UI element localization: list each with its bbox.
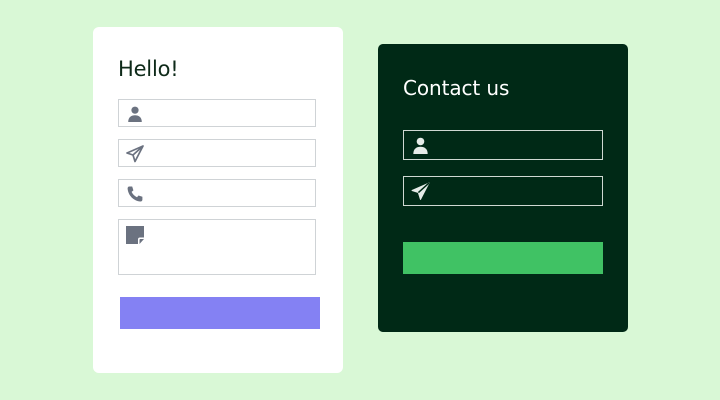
paper-plane-icon [411, 182, 430, 201]
phone-icon [126, 185, 144, 203]
note-icon [125, 225, 144, 244]
paper-plane-icon [126, 145, 144, 163]
hello-form-title: Hello! [118, 57, 179, 81]
phone-input[interactable] [118, 179, 316, 207]
user-icon [126, 105, 144, 123]
email-input[interactable] [118, 139, 316, 167]
contact-form-title: Contact us [403, 76, 510, 100]
contact-name-input[interactable] [403, 130, 603, 160]
hello-form-card: Hello! [93, 27, 343, 373]
contact-email-input[interactable] [403, 176, 603, 206]
user-icon [411, 136, 430, 155]
hello-submit-button[interactable] [120, 297, 320, 329]
contact-submit-button[interactable] [403, 242, 603, 274]
contact-form-card: Contact us [378, 44, 628, 332]
message-input[interactable] [118, 219, 316, 275]
name-input[interactable] [118, 99, 316, 127]
page: Hello! Contact us [0, 0, 720, 400]
